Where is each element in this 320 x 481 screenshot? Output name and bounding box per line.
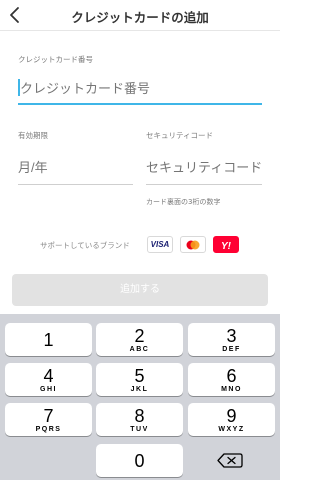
key-letters: MNO <box>221 386 242 393</box>
key-9[interactable]: 9 WXYZ <box>188 403 275 436</box>
visa-wordmark: VISA <box>150 240 170 249</box>
key-digit: 3 <box>226 326 237 346</box>
key-0[interactable]: 0 <box>96 444 183 477</box>
expiry-input[interactable] <box>18 158 133 176</box>
security-code-underline <box>146 184 262 185</box>
key-letters: GHI <box>40 386 57 393</box>
key-digit: 8 <box>134 406 145 426</box>
text-caret <box>18 79 20 96</box>
key-5[interactable]: 5 JKL <box>96 363 183 396</box>
mastercard-circles-icon <box>186 240 200 249</box>
card-number-underline <box>18 103 262 105</box>
key-letters: JKL <box>130 386 149 393</box>
key-digit: 6 <box>226 366 237 386</box>
key-letters: WXYZ <box>218 426 245 433</box>
delete-key[interactable] <box>188 444 275 477</box>
key-7[interactable]: 7 PQRS <box>5 403 92 436</box>
key-letters: ABC <box>129 346 150 353</box>
expiry-label: 有効期限 <box>18 131 48 140</box>
add-card-button[interactable]: 追加する <box>12 274 268 306</box>
backspace-icon <box>217 453 243 468</box>
card-number-input[interactable] <box>20 79 260 97</box>
key-digit: 5 <box>134 366 145 386</box>
expiry-underline <box>18 184 133 185</box>
key-digit: 2 <box>134 326 145 346</box>
key-digit: 7 <box>43 406 54 426</box>
card-number-label: クレジットカード番号 <box>18 55 93 64</box>
page-title: クレジットカードの追加 <box>71 10 209 25</box>
key-letters: DEF <box>222 346 241 353</box>
security-code-hint: カード裏面の3桁の数字 <box>146 198 221 206</box>
security-code-label: セキュリティコード <box>146 131 214 140</box>
visa-logo: VISA <box>147 236 173 253</box>
mastercard-logo <box>180 236 206 253</box>
svg-text:Y!: Y! <box>221 241 232 251</box>
key-4[interactable]: 4 GHI <box>5 363 92 396</box>
security-code-input[interactable] <box>146 158 262 176</box>
key-1[interactable]: 1 <box>5 323 92 356</box>
header-bar: クレジットカードの追加 <box>0 0 280 31</box>
ymobile-logo: Y! <box>213 236 239 253</box>
key-digit: 4 <box>43 366 54 386</box>
key-digit: 9 <box>226 406 237 426</box>
key-digit: 0 <box>134 451 145 471</box>
key-6[interactable]: 6 MNO <box>188 363 275 396</box>
supported-brands-label: サポートしているブランド <box>40 241 130 250</box>
key-8[interactable]: 8 TUV <box>96 403 183 436</box>
key-digit: 1 <box>43 330 54 350</box>
key-letters: TUV <box>130 426 149 433</box>
ymobile-y-icon: Y! <box>221 241 232 251</box>
key-3[interactable]: 3 DEF <box>188 323 275 356</box>
key-letters: PQRS <box>35 426 62 433</box>
key-2[interactable]: 2 ABC <box>96 323 183 356</box>
